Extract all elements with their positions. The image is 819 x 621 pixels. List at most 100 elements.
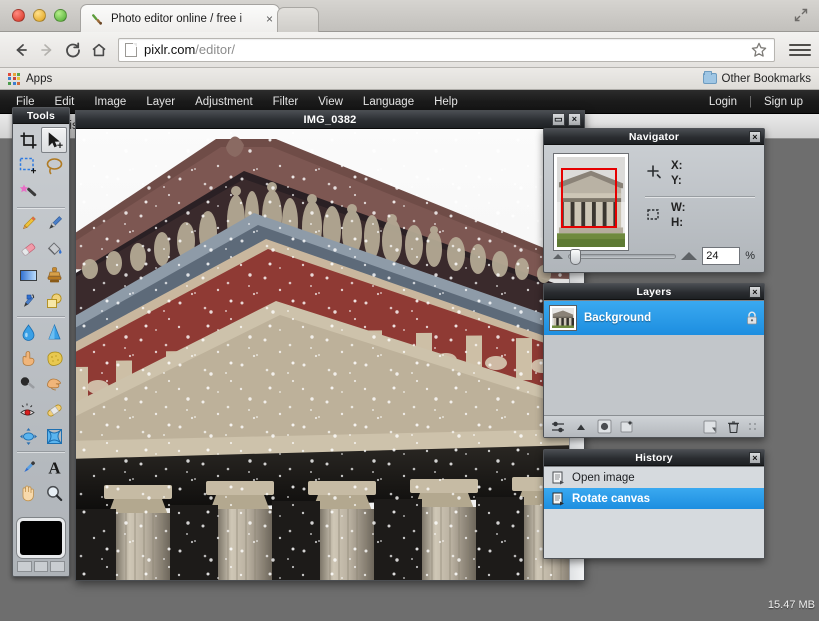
preset-swatch[interactable] (17, 561, 32, 572)
preset-swatch[interactable] (50, 561, 65, 572)
maximize-icon[interactable]: ▭ (552, 113, 565, 126)
preset-swatch[interactable] (34, 561, 49, 572)
replace-color-tool-button[interactable] (15, 288, 41, 314)
navigator-wh-labels: W: H: (671, 201, 685, 231)
water-drop-icon (19, 323, 38, 342)
burn-tool-button[interactable] (41, 371, 67, 397)
preset-swatch-row (17, 561, 65, 572)
pinch-tool-button[interactable] (41, 423, 67, 449)
new-layer-icon[interactable] (702, 419, 718, 435)
zoom-in-icon[interactable] (681, 252, 697, 260)
image-window[interactable]: IMG_0382 ▭ × (75, 110, 585, 581)
url-path: /editor/ (195, 42, 235, 57)
smudge-tool-button[interactable] (15, 345, 41, 371)
close-icon[interactable]: × (749, 286, 761, 298)
circle-mask-icon[interactable] (596, 419, 612, 435)
new-tab-button[interactable] (277, 7, 319, 32)
paintbrush-icon (91, 12, 105, 26)
close-icon[interactable]: × (749, 131, 761, 143)
color-picker-tool-button[interactable] (15, 454, 41, 480)
color-swatches (17, 518, 65, 572)
browser-tab-active[interactable]: Photo editor online / free i × (80, 4, 280, 32)
bookmarks-apps-label[interactable]: Apps (26, 73, 52, 85)
finger-icon (19, 349, 38, 368)
sponge-icon (45, 349, 64, 368)
login-link[interactable]: Login (699, 90, 747, 114)
history-item[interactable]: Rotate canvas (544, 488, 764, 509)
lock-icon (746, 311, 758, 325)
gradient-tool-button[interactable] (15, 262, 41, 288)
wand-select-tool-button[interactable] (15, 179, 41, 205)
navigator-h-label: H: (671, 217, 683, 229)
brush-icon (45, 214, 64, 233)
brush-tool-button[interactable] (41, 210, 67, 236)
navigator-panel[interactable]: Navigator × (543, 128, 765, 273)
navigator-viewport-rect[interactable] (561, 168, 617, 228)
trash-icon[interactable] (725, 419, 741, 435)
sharpen-tool-button[interactable] (41, 319, 67, 345)
bookmark-star-icon[interactable] (750, 41, 768, 59)
minimize-window-button[interactable] (33, 9, 46, 22)
history-panel[interactable]: History × Open image Rotate canvas (543, 449, 765, 559)
color-replace-icon (19, 292, 38, 311)
dodge-tool-button[interactable] (15, 371, 41, 397)
caret-up-icon[interactable] (573, 419, 589, 435)
layer-style-icon[interactable] (619, 419, 635, 435)
sliders-icon[interactable] (550, 419, 566, 435)
marquee-icon (19, 157, 38, 176)
signup-link[interactable]: Sign up (754, 90, 813, 114)
other-bookmarks-button[interactable]: Other Bookmarks (703, 73, 811, 85)
address-bar[interactable]: pixlr.com/editor/ (118, 38, 775, 62)
layers-empty-area (544, 335, 764, 415)
drawing-tool-button[interactable] (41, 288, 67, 314)
layer-row[interactable]: Background (544, 301, 764, 335)
zoom-tool-button[interactable] (41, 480, 67, 506)
pencil-tool-button[interactable] (15, 210, 41, 236)
type-tool-button[interactable]: A (41, 454, 67, 480)
zoom-value-input[interactable]: 24 (702, 247, 740, 265)
document-icon (552, 492, 565, 506)
forward-icon[interactable] (34, 37, 60, 63)
resize-grip[interactable] (748, 422, 758, 432)
eraser-tool-button[interactable] (15, 236, 41, 262)
browser-menu-button[interactable] (789, 39, 811, 61)
zoom-slider[interactable] (568, 254, 676, 259)
image-canvas[interactable] (76, 129, 569, 580)
move-icon (45, 131, 64, 150)
paint-bucket-tool-button[interactable] (41, 236, 67, 262)
primary-color-swatch[interactable] (17, 518, 65, 558)
close-icon[interactable]: × (568, 113, 581, 126)
crop-icon (19, 131, 38, 150)
tools-grid: A (13, 124, 69, 509)
move-tool-button[interactable] (41, 127, 67, 153)
sponge-tool-button[interactable] (41, 345, 67, 371)
layers-panel[interactable]: Layers × (543, 283, 765, 438)
home-icon[interactable] (86, 37, 112, 63)
close-icon[interactable]: × (266, 12, 273, 26)
crop-tool-button[interactable] (15, 127, 41, 153)
close-icon[interactable]: × (749, 452, 761, 464)
clone-stamp-tool-button[interactable] (41, 262, 67, 288)
navigator-title: Navigator (629, 131, 679, 143)
browser-tab-title: Photo editor online / free i (111, 13, 263, 25)
navigator-divider (645, 196, 755, 197)
image-window-title: IMG_0382 (304, 114, 357, 126)
zoom-window-button[interactable] (54, 9, 67, 22)
navigator-position-row: X: Y: (645, 159, 755, 189)
zoom-slider-handle[interactable] (570, 249, 581, 265)
red-eye-tool-button[interactable] (15, 397, 41, 423)
blur-tool-button[interactable] (15, 319, 41, 345)
history-item[interactable]: Open image (544, 467, 764, 488)
bloat-tool-button[interactable] (15, 423, 41, 449)
lasso-tool-button[interactable] (41, 153, 67, 179)
account-separator: | (747, 96, 754, 108)
marquee-select-tool-button[interactable] (15, 153, 41, 179)
reload-icon[interactable] (60, 37, 86, 63)
hand-tool-button[interactable] (15, 480, 41, 506)
fullscreen-icon[interactable] (793, 7, 809, 23)
spot-heal-tool-button[interactable] (41, 397, 67, 423)
zoom-out-icon[interactable] (553, 254, 563, 259)
back-icon[interactable] (8, 37, 34, 63)
navigator-thumbnail[interactable] (553, 153, 629, 251)
close-window-button[interactable] (12, 9, 25, 22)
